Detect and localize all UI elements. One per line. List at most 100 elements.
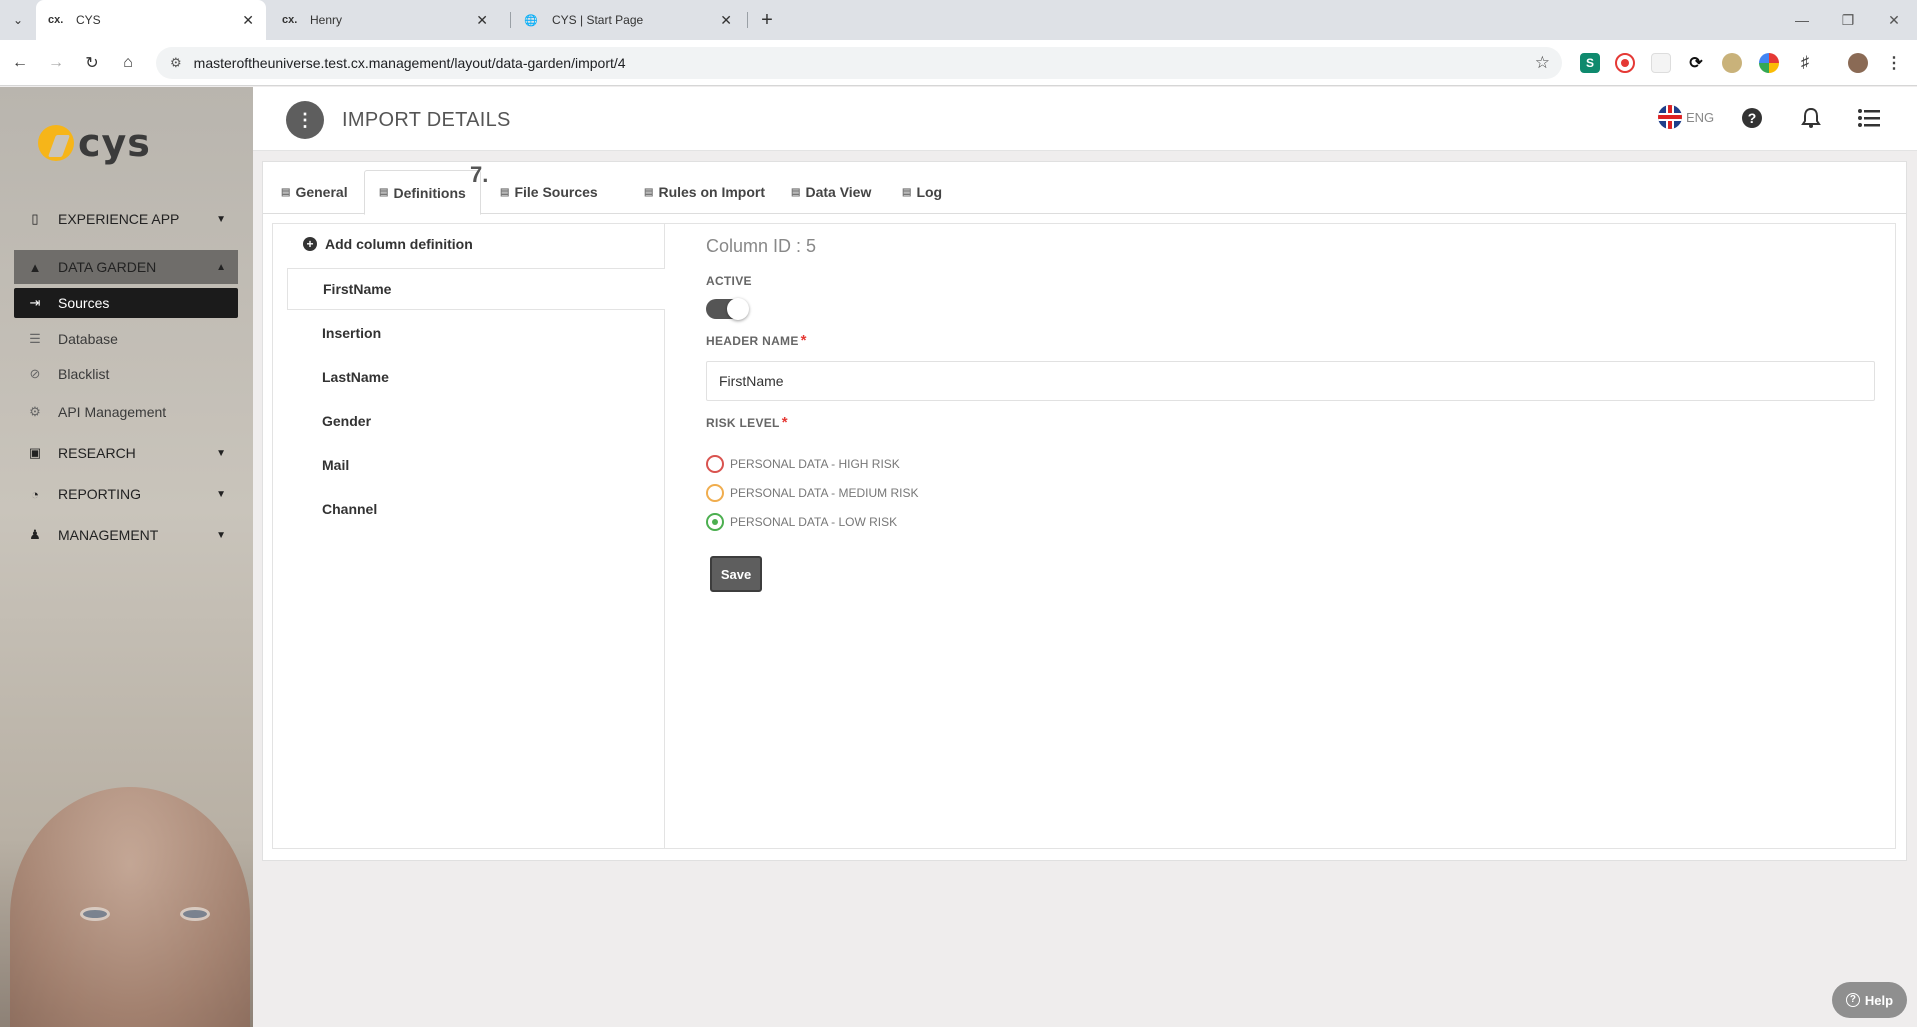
more-vertical-icon[interactable]: ⋮ bbox=[286, 101, 324, 139]
sidebar-item-management[interactable]: ♟ MANAGEMENT ▼ bbox=[14, 518, 238, 552]
required-asterisk: * bbox=[800, 332, 807, 349]
new-tab-icon[interactable]: + bbox=[755, 8, 779, 32]
list-icon: ▤ bbox=[791, 186, 801, 198]
column-item-gender[interactable]: Gender bbox=[287, 400, 665, 442]
tree-icon: ▲ bbox=[28, 259, 42, 275]
restore-icon[interactable]: ❐ bbox=[1825, 0, 1871, 40]
active-toggle[interactable] bbox=[706, 298, 749, 320]
column-item-label: FirstName bbox=[323, 281, 392, 297]
risk-option-label: PERSONAL DATA - LOW RISK bbox=[730, 515, 898, 529]
browser-menu-icon[interactable]: ⋮ bbox=[1884, 53, 1904, 73]
sidebar-item-database[interactable]: ☰ Database bbox=[14, 322, 238, 356]
toggle-knob bbox=[727, 298, 749, 320]
page-title: IMPORT DETAILS bbox=[342, 109, 511, 131]
cys-logo[interactable]: cys bbox=[38, 121, 151, 165]
forward-arrow-icon[interactable]: → bbox=[44, 51, 68, 75]
help-button[interactable]: ? Help bbox=[1832, 982, 1907, 1018]
risk-option-low[interactable]: PERSONAL DATA - LOW RISK bbox=[706, 513, 897, 531]
sidebar-item-blacklist[interactable]: ⊘ Blacklist bbox=[14, 357, 238, 391]
close-icon[interactable]: ✕ bbox=[720, 12, 732, 29]
sidebar-item-label: Database bbox=[58, 331, 118, 347]
risk-option-medium[interactable]: PERSONAL DATA - MEDIUM RISK bbox=[706, 484, 918, 502]
list-icon: ▤ bbox=[644, 186, 654, 198]
logo-mark-icon bbox=[38, 125, 74, 161]
column-item-firstname[interactable]: FirstName bbox=[287, 268, 665, 310]
tab-log[interactable]: ▤ Log bbox=[888, 170, 956, 214]
sidebar-item-sources[interactable]: ⇥ Sources bbox=[14, 288, 238, 318]
blank-extension-icon[interactable] bbox=[1651, 53, 1671, 73]
risk-option-label: PERSONAL DATA - MEDIUM RISK bbox=[730, 486, 919, 500]
list-icon: ▤ bbox=[500, 186, 510, 198]
puzzle-extensions-icon[interactable]: ♯ bbox=[1795, 53, 1815, 73]
header-name-label-text: HEADER NAME bbox=[706, 334, 799, 348]
column-item-insertion[interactable]: Insertion bbox=[287, 312, 665, 354]
svg-text:?: ? bbox=[1748, 110, 1757, 126]
tab-definitions[interactable]: ▤ Definitions bbox=[364, 170, 481, 215]
column-item-lastname[interactable]: LastName bbox=[287, 356, 665, 398]
add-column-definition-button[interactable]: + Add column definition bbox=[303, 236, 473, 252]
inbox-icon: ▣ bbox=[28, 445, 42, 460]
bell-icon[interactable] bbox=[1797, 104, 1825, 132]
column-item-channel[interactable]: Channel bbox=[287, 488, 665, 530]
bookmark-star-icon[interactable]: ☆ bbox=[1535, 53, 1550, 73]
window-close-icon[interactable]: ✕ bbox=[1871, 0, 1917, 40]
tab-rules-on-import[interactable]: ▤ Rules on Import bbox=[630, 170, 779, 214]
uk-flag-icon bbox=[1658, 105, 1682, 129]
sidebar-item-research[interactable]: ▣ RESEARCH ▼ bbox=[14, 436, 238, 470]
caret-up-icon: ▲ bbox=[216, 261, 226, 273]
import-icon: ⇥ bbox=[29, 295, 41, 310]
address-bar[interactable]: ⚙ masteroftheuniverse.test.cx.management… bbox=[156, 47, 1562, 79]
sidebar-item-label: MANAGEMENT bbox=[58, 527, 159, 543]
column-item-mail[interactable]: Mail bbox=[287, 444, 665, 486]
definitions-panel: + Add column definition FirstName Insert… bbox=[272, 223, 1896, 849]
tab-data-view[interactable]: ▤ Data View bbox=[777, 170, 885, 214]
site-info-icon[interactable]: ⚙ bbox=[170, 55, 182, 71]
ban-icon: ⊘ bbox=[29, 366, 41, 381]
color-extension-icon[interactable] bbox=[1759, 53, 1779, 73]
photo-eye bbox=[180, 907, 210, 921]
close-icon[interactable]: ✕ bbox=[476, 12, 488, 29]
browser-tab-bar: ⌄ cx. CYS ✕ cx. Henry ✕ 🌐 CYS | Start Pa… bbox=[0, 0, 1917, 40]
language-selector[interactable]: ENG bbox=[1658, 105, 1714, 129]
sidebar-item-label: REPORTING bbox=[58, 486, 141, 502]
tab-title: CYS bbox=[76, 13, 101, 27]
browser-tab-henry[interactable]: cx. Henry ✕ bbox=[270, 0, 500, 40]
cookie-extension-icon[interactable] bbox=[1722, 53, 1742, 73]
extension-s-icon[interactable]: S bbox=[1580, 53, 1600, 73]
browser-tab-cys[interactable]: cx. CYS ✕ bbox=[36, 0, 266, 40]
help-circle-icon[interactable]: ? bbox=[1738, 104, 1766, 132]
sidebar-item-api-management[interactable]: ⚙ API Management bbox=[14, 395, 238, 429]
tab-search-chevron-icon[interactable]: ⌄ bbox=[6, 8, 30, 32]
header-name-input[interactable] bbox=[706, 361, 1875, 401]
tab-file-sources[interactable]: ▤ File Sources bbox=[486, 170, 612, 214]
photo-eye bbox=[80, 907, 110, 921]
main-content: ⋮ IMPORT DETAILS ENG ? ▤ General ▤ Defin… bbox=[253, 87, 1917, 1027]
sync-extension-icon[interactable]: ⟳ bbox=[1686, 53, 1706, 73]
column-definition-form: Column ID : 5 ACTIVE HEADER NAME* RISK L… bbox=[666, 224, 1896, 848]
sidebar-item-label: RESEARCH bbox=[58, 445, 136, 461]
minimize-icon[interactable]: — bbox=[1779, 0, 1825, 40]
plus-circle-icon: + bbox=[303, 237, 317, 251]
sidebar-item-data-garden[interactable]: ▲ DATA GARDEN ▲ bbox=[14, 250, 238, 284]
sidebar-item-experience-app[interactable]: ▯ EXPERIENCE APP ▼ bbox=[14, 202, 238, 236]
list-icon: ▤ bbox=[281, 186, 291, 198]
sidebar-item-label: API Management bbox=[58, 404, 167, 420]
risk-option-high[interactable]: PERSONAL DATA - HIGH RISK bbox=[706, 455, 900, 473]
active-label: ACTIVE bbox=[706, 274, 752, 288]
column-id-heading: Column ID : 5 bbox=[706, 236, 817, 256]
header-name-label: HEADER NAME * bbox=[706, 332, 807, 349]
home-icon[interactable]: ⌂ bbox=[116, 51, 140, 75]
close-icon[interactable]: ✕ bbox=[242, 12, 254, 29]
save-button[interactable]: Save bbox=[710, 556, 762, 592]
list-menu-icon[interactable] bbox=[1855, 104, 1883, 132]
record-extension-icon[interactable] bbox=[1615, 53, 1635, 73]
tab-title: Henry bbox=[310, 13, 343, 27]
tab-general[interactable]: ▤ General bbox=[267, 170, 362, 214]
risk-level-label-text: RISK LEVEL bbox=[706, 416, 780, 430]
back-arrow-icon[interactable]: ← bbox=[8, 51, 32, 75]
reload-icon[interactable]: ↻ bbox=[80, 51, 104, 75]
profile-avatar-icon[interactable] bbox=[1848, 53, 1868, 73]
url-text: masteroftheuniverse.test.cx.management/l… bbox=[193, 55, 626, 71]
browser-tab-start-page[interactable]: 🌐 CYS | Start Page ✕ bbox=[512, 0, 744, 40]
sidebar-item-reporting[interactable]: ◔ REPORTING ▼ bbox=[14, 477, 238, 511]
